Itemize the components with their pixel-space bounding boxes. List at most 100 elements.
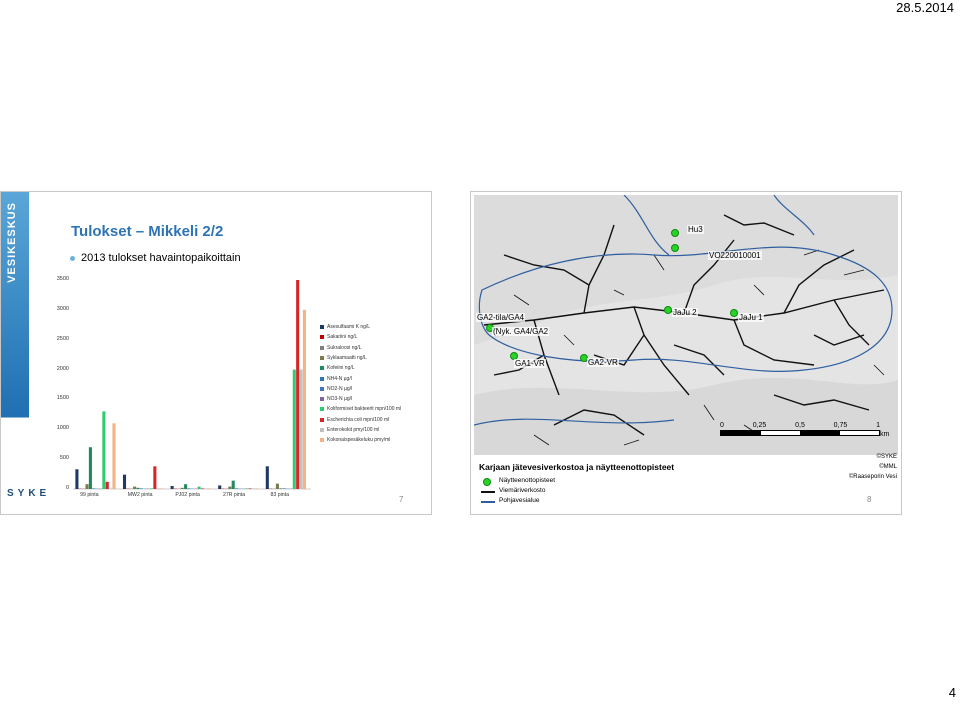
copyright-syke: ©SYKE (876, 454, 897, 460)
bar (245, 488, 249, 489)
bar (296, 280, 300, 489)
legend-label: NH4-N µg/l (327, 375, 352, 382)
legend-network-symbol (481, 491, 495, 493)
bar (207, 488, 211, 489)
bar (299, 369, 303, 489)
bar (282, 488, 286, 489)
legend-label: Sukraloosi ng/L (327, 344, 362, 351)
legend-swatch (320, 325, 324, 329)
bar (251, 488, 255, 489)
label-jaju2: JaJu 2 (672, 308, 698, 317)
legend-point-symbol (483, 478, 491, 486)
sample-point (671, 229, 679, 237)
bar (204, 488, 208, 489)
legend-label: NO2-N µg/l (327, 385, 353, 392)
legend-swatch (320, 417, 324, 422)
legend-item: Sukraloosi ng/L (320, 345, 361, 351)
scale-unit: km (880, 431, 890, 438)
legend-swatch (320, 355, 324, 360)
map-area: Hu3 VO220010001 GA2-tila/GA4 (Nyk. GA4/G… (474, 195, 898, 455)
scale-tick: 0,5 (795, 422, 805, 429)
bar (170, 486, 174, 489)
bar (302, 309, 306, 489)
legend-item: Kokonaispesäkeluku pmy/ml (320, 437, 390, 443)
syke-logo: SYKE (7, 488, 51, 499)
page-number: 4 (948, 685, 956, 700)
bar (231, 480, 235, 489)
y-tick-label: 1000 (56, 425, 69, 432)
sample-point (671, 244, 679, 252)
legend-label: Kokonaispesäkeluku pmy/ml (327, 437, 391, 444)
slide-number: 8 (867, 495, 872, 504)
bar (149, 488, 154, 489)
bar (160, 488, 164, 489)
y-tick-label: 3500 (56, 276, 69, 282)
legend-item: Syklaamaatti ng/L (320, 355, 367, 361)
legend-item: NO2-N µg/l (320, 386, 352, 392)
x-tick-label: MW2 pinta (127, 492, 153, 498)
bar (265, 466, 269, 489)
legend-swatch (320, 428, 324, 432)
legend-groundwater-symbol (481, 501, 495, 503)
y-tick-label: 3000 (56, 305, 69, 312)
bar (85, 484, 89, 489)
slide-results-mikkeli: VESIKESKUS Tulokset – Mikkeli 2/2 2013 t… (0, 191, 432, 515)
legend-item: Sakariini ng/L (320, 334, 357, 340)
bar (184, 484, 188, 489)
legend-item: Enterokokit pmy/100 ml (320, 427, 379, 433)
legend-swatch (320, 397, 324, 402)
bar (248, 488, 252, 489)
label-ga2-tila: GA2-tila/GA4 (476, 313, 526, 322)
header-date: 28.5.2014 (896, 0, 954, 15)
bar (235, 488, 239, 489)
bar (218, 485, 222, 489)
x-tick-label: PJ02 pinta (175, 492, 200, 498)
bar (153, 466, 157, 489)
scale-tick: 0,75 (833, 422, 848, 429)
y-tick-label: 0 (65, 485, 69, 491)
bar (105, 481, 109, 489)
bar (197, 486, 201, 489)
bar (200, 488, 204, 489)
legend-item: NH4-N µg/l (320, 376, 352, 382)
y-tick-label: 2000 (56, 365, 69, 372)
results-bar-chart (73, 280, 311, 490)
bar (279, 488, 283, 489)
label-vo: VO220010001 (708, 251, 762, 260)
copyright-raasepori: ©Raaseporin Vesi (848, 474, 897, 480)
bar (180, 487, 184, 489)
legend-swatch (320, 386, 324, 391)
legend-points-label: Näytteenottopisteet (499, 477, 556, 484)
legend-label: Koliformiset bakteerit mpn/100 ml (327, 406, 402, 413)
label-nyk: (Nyk. GA4/GA2 (492, 327, 550, 336)
legend-item: NO3-N µg/l (320, 396, 352, 402)
bar (187, 488, 191, 489)
legend-network-label: Viemäriverkosto (499, 487, 546, 494)
legend-swatch (320, 366, 324, 371)
bar (133, 486, 137, 489)
y-tick-label: 2500 (56, 335, 69, 342)
x-tick-label: 27R pinta (222, 492, 246, 498)
bar (112, 423, 116, 489)
bar (292, 369, 296, 489)
bar (109, 488, 113, 489)
legend-swatch (320, 438, 324, 443)
label-jaju1: JaJu 1 (738, 313, 764, 322)
sample-point (664, 306, 672, 314)
bar (75, 469, 79, 489)
y-tick-label: 500 (59, 455, 69, 462)
map-network (474, 195, 898, 455)
sample-point (730, 309, 738, 317)
bar (139, 488, 143, 489)
bar (88, 447, 92, 489)
x-tick-label: 83 pinta (270, 492, 289, 498)
copyright-mml: ©MML (879, 464, 897, 470)
legend-item: Koliformiset bakteerit mpn/100 ml (320, 406, 401, 412)
legend-swatch (320, 407, 324, 412)
legend-groundwater-label: Pohjavesialue (499, 497, 540, 504)
legend-item: Escherichia coli mpn/100 ml (320, 417, 389, 423)
legend-label: NO3-N µg/l (327, 396, 353, 403)
slide-number: 7 (399, 495, 404, 504)
legend-label: Asesulfaami K ng/L (327, 324, 371, 330)
legend-swatch (320, 335, 324, 340)
